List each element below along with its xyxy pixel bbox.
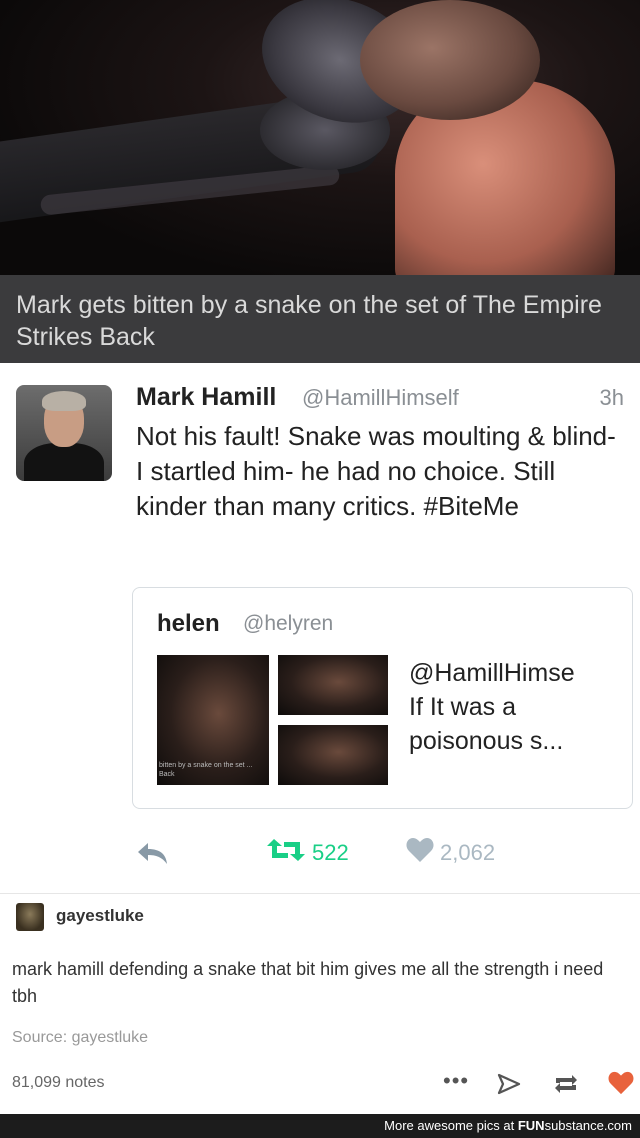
pilot-head [360, 0, 540, 120]
heart-icon[interactable] [608, 1071, 634, 1100]
avatar[interactable] [16, 903, 44, 931]
reply-icon[interactable] [136, 839, 170, 872]
like-count: 2,062 [440, 839, 496, 865]
retweet-icon [266, 837, 306, 868]
quoted-tweet[interactable]: helen @helyren bitten by a snake on the … [132, 587, 633, 809]
tweet-actions: 522 2,062 [0, 833, 640, 873]
quoted-image-thumbnail[interactable]: bitten by a snake on the set ... Back [157, 655, 269, 785]
quoted-author-handle[interactable]: @helyren [243, 612, 333, 636]
image-caption-band: Mark gets bitten by a snake on the set o… [0, 275, 640, 363]
watermark-text: More awesome pics at FUNsubstance.com [384, 1118, 632, 1133]
watermark-bar: More awesome pics at FUNsubstance.com [0, 1114, 640, 1138]
tweet-timestamp[interactable]: 3h [600, 385, 624, 411]
post-footer: 81,099 notes ••• [0, 1062, 640, 1106]
quoted-tweet-text: @HamillHimse If It was a poisonous s... [409, 659, 575, 755]
divider [0, 893, 640, 894]
tweet-author-name[interactable]: Mark Hamill [136, 383, 276, 412]
quoted-image-thumbnail[interactable] [278, 725, 388, 785]
heart-icon [406, 837, 434, 868]
share-icon[interactable] [496, 1072, 522, 1101]
image-caption: Mark gets bitten by a snake on the set o… [16, 291, 602, 351]
avatar[interactable] [16, 385, 112, 481]
thumbnail-caption: bitten by a snake on the set ... Back [159, 762, 253, 778]
tweet-author-handle[interactable]: @HamillHimself [302, 385, 459, 411]
like-button[interactable]: 2,062 [406, 837, 495, 868]
tweet-card[interactable]: Mark Hamill @HamillHimself 3h Not his fa… [0, 363, 640, 893]
reblog-icon[interactable] [552, 1072, 580, 1101]
movie-still-image [0, 0, 640, 275]
source-link[interactable]: Source: gayestluke [12, 1029, 148, 1047]
more-options-icon[interactable]: ••• [443, 1068, 469, 1094]
tweet-text: Not his fault! Snake was moulting & blin… [136, 421, 616, 521]
retweet-count: 522 [312, 839, 349, 865]
retweet-button[interactable]: 522 [266, 837, 349, 868]
notes-count[interactable]: 81,099 notes [12, 1074, 105, 1092]
comment-text: mark hamill defending a snake that bit h… [12, 959, 604, 1006]
quoted-image-thumbnail[interactable] [278, 655, 388, 715]
quoted-author-name[interactable]: helen [157, 610, 220, 638]
comment-username[interactable]: gayestluke [56, 906, 144, 926]
